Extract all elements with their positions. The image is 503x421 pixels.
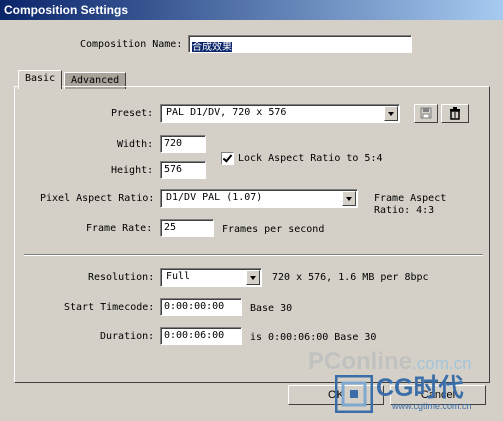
title-bar: Composition Settings — [0, 0, 503, 20]
watermark-line3: www.cgtime.com.cn — [392, 401, 472, 411]
chevron-down-icon — [246, 270, 260, 285]
resolution-info: 720 x 576, 1.6 MB per 8bpc — [272, 272, 429, 283]
dialog-window: Composition Settings Composition Name: 合… — [0, 0, 503, 421]
resolution-label: Resolution: — [88, 272, 155, 283]
lock-aspect-checkbox[interactable] — [221, 152, 234, 165]
duration-label: Duration: — [100, 331, 155, 342]
preset-label: Preset: — [111, 108, 154, 119]
frame-rate-label: Frame Rate: — [86, 223, 153, 234]
composition-name-input[interactable]: 合成效果 — [188, 35, 412, 53]
preset-dropdown[interactable]: PAL D1/DV, 720 x 576 — [160, 104, 400, 123]
pixel-aspect-label: Pixel Aspect Ratio: — [40, 193, 155, 204]
save-icon — [420, 107, 432, 119]
start-timecode-input[interactable]: 0:00:00:00 — [160, 298, 242, 316]
width-input[interactable]: 720 — [160, 135, 206, 153]
section-divider — [24, 254, 483, 256]
frame-rate-input[interactable]: 25 — [160, 219, 214, 237]
frame-rate-unit: Frames per second — [222, 224, 325, 235]
height-input[interactable]: 576 — [160, 161, 206, 179]
preset-value: PAL D1/DV, 720 x 576 — [166, 107, 287, 118]
frame-aspect-line1: Frame Aspect — [374, 193, 447, 204]
lock-aspect-label: Lock Aspect Ratio to 5:4 — [238, 153, 383, 164]
pixel-aspect-dropdown[interactable]: D1/DV PAL (1.07) — [160, 189, 358, 208]
composition-name-label: Composition Name: — [80, 39, 183, 50]
width-label: Width: — [117, 139, 154, 150]
frame-aspect-line2: Ratio: 4:3 — [374, 205, 435, 216]
chevron-down-icon — [384, 106, 398, 121]
start-timecode-base: Base 30 — [250, 303, 293, 314]
duration-input[interactable]: 0:00:06:00 — [160, 327, 242, 345]
window-title: Composition Settings — [4, 3, 128, 17]
resolution-dropdown[interactable]: Full — [160, 268, 262, 287]
resolution-value: Full — [166, 271, 191, 282]
chevron-down-icon — [342, 191, 356, 206]
watermark-line2: CG时代 — [376, 374, 464, 402]
composition-name-value: 合成效果 — [192, 42, 232, 53]
trash-icon — [450, 107, 460, 120]
delete-preset-button[interactable] — [441, 104, 469, 123]
watermark-logo-icon — [335, 375, 373, 413]
save-preset-button[interactable] — [414, 104, 438, 123]
tab-basic[interactable]: Basic — [18, 70, 63, 89]
duration-info: is 0:00:06:00 Base 30 — [250, 332, 377, 343]
pixel-aspect-value: D1/DV PAL (1.07) — [166, 192, 263, 203]
height-label: Height: — [111, 165, 154, 176]
start-timecode-label: Start Timecode: — [64, 302, 155, 313]
